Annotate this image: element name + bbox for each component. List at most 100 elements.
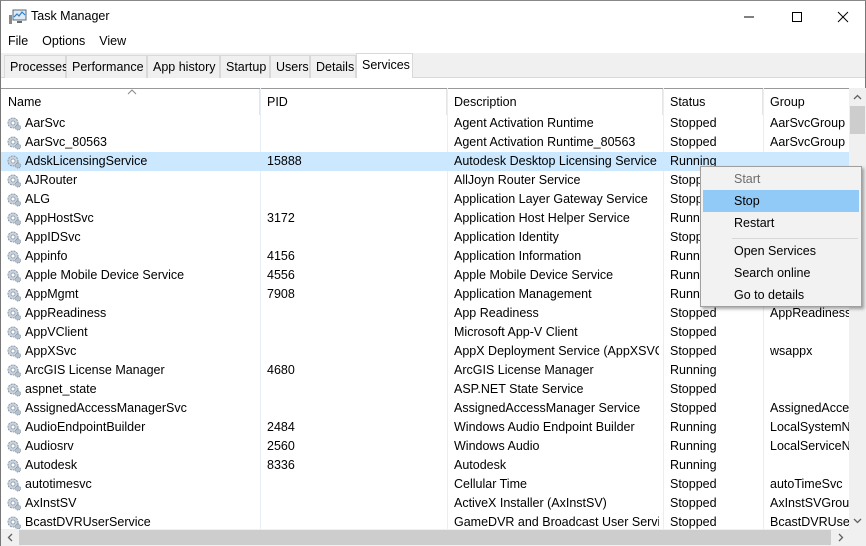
service-pid: 4156 — [267, 249, 295, 263]
service-name: AdskLicensingService — [25, 154, 148, 168]
service-gear-icon — [7, 136, 21, 150]
service-gear-icon — [7, 307, 21, 321]
tab-startup[interactable]: Startup — [220, 55, 270, 78]
minimize-button[interactable] — [726, 1, 772, 32]
service-group: AxInstSVGroup — [770, 496, 849, 510]
service-gear-icon — [7, 269, 21, 283]
service-pid: 2484 — [267, 420, 295, 434]
column-header-description[interactable]: Description — [447, 89, 663, 115]
service-gear-icon — [7, 174, 21, 188]
service-name: aspnet_state — [25, 382, 97, 396]
column-header-pid[interactable]: PID — [260, 89, 447, 115]
service-status: Stopped — [670, 382, 717, 396]
service-description: Microsoft App-V Client — [454, 325, 578, 339]
service-gear-icon — [7, 402, 21, 416]
chevron-down-icon — [853, 518, 862, 523]
context-menu-start[interactable]: Start — [703, 168, 859, 190]
service-description: Autodesk Desktop Licensing Service — [454, 154, 657, 168]
service-gear-icon — [7, 516, 21, 529]
service-name: BcastDVRUserService — [25, 515, 151, 529]
tab-users[interactable]: Users — [270, 55, 310, 78]
service-description: ActiveX Installer (AxInstSV) — [454, 496, 607, 510]
close-button[interactable] — [820, 1, 866, 32]
service-group — [770, 323, 849, 342]
menu-bar: File Options View — [1, 32, 865, 52]
tab-processes[interactable]: Processes — [4, 55, 68, 78]
service-row[interactable]: autotimesvc Cellular Time Stopped autoTimeS… — [1, 475, 849, 494]
service-row[interactable]: AxInstSV ActiveX Installer (AxInstSV) Stop… — [1, 494, 849, 513]
service-row[interactable]: AudioEndpointBuilder 2484 Windows Audio En… — [1, 418, 849, 437]
service-pid — [267, 494, 437, 513]
service-row[interactable]: aspnet_state ASP.NET State Service Stopped — [1, 380, 849, 399]
maximize-button[interactable] — [774, 1, 820, 32]
service-row[interactable]: ArcGIS License Manager 4680 ArcGIS License… — [1, 361, 849, 380]
service-pid: 4680 — [267, 363, 295, 377]
service-status: Stopped — [670, 477, 717, 491]
menu-options[interactable]: Options — [35, 32, 92, 52]
service-name: AudioEndpointBuilder — [25, 420, 146, 434]
scroll-up-button[interactable] — [849, 88, 866, 105]
service-row[interactable]: AppXSvc AppX Deployment Service (AppXSVC)… — [1, 342, 849, 361]
service-name: AppMgmt — [25, 287, 79, 301]
service-row[interactable]: AppVClient Microsoft App-V Client Stopped — [1, 323, 849, 342]
service-row[interactable]: AarSvc Agent Activation Runtime Stopped Aar… — [1, 114, 849, 133]
service-description: Windows Audio Endpoint Builder — [454, 420, 635, 434]
tab-services[interactable]: Services — [356, 53, 413, 79]
service-name: Audiosrv — [25, 439, 74, 453]
context-menu-stop[interactable]: Stop — [703, 190, 859, 212]
tab-performance[interactable]: Performance — [66, 55, 147, 78]
service-description: ASP.NET State Service — [454, 382, 584, 396]
service-name: ArcGIS License Manager — [25, 363, 165, 377]
tab-details[interactable]: Details — [310, 55, 356, 78]
service-pid — [267, 171, 437, 190]
service-pid — [267, 475, 437, 494]
context-menu-search-online[interactable]: Search online — [703, 262, 859, 284]
service-group: autoTimeSvc — [770, 477, 843, 491]
service-description: AppX Deployment Service (AppXSVC) — [454, 344, 659, 358]
service-gear-icon — [7, 231, 21, 245]
service-group: LocalSystemN.. — [770, 420, 849, 434]
service-row[interactable]: BcastDVRUserService GameDVR and Broadcast… — [1, 513, 849, 529]
service-row[interactable]: Audiosrv 2560 Windows Audio Running LocalSer… — [1, 437, 849, 456]
chevron-right-icon — [838, 533, 843, 542]
scroll-left-button[interactable] — [1, 529, 18, 546]
context-menu-go-to-details[interactable]: Go to details — [703, 284, 859, 306]
service-group: AssignedAcce.. — [770, 401, 849, 415]
service-description: AssignedAccessManager Service — [454, 401, 641, 415]
scroll-down-button[interactable] — [849, 512, 866, 529]
task-manager-window: Task Manager File Options View Processes… — [0, 0, 866, 546]
tab-app-history[interactable]: App history — [147, 55, 220, 78]
task-manager-icon — [9, 9, 27, 24]
service-name: AxInstSV — [25, 496, 77, 510]
service-pid: 15888 — [267, 154, 302, 168]
service-description: ArcGIS License Manager — [454, 363, 594, 377]
menu-file[interactable]: File — [1, 32, 35, 52]
service-description: Autodesk — [454, 458, 507, 472]
service-gear-icon — [7, 459, 21, 473]
vertical-scrollbar[interactable] — [849, 88, 866, 529]
context-menu-open-services[interactable]: Open Services — [703, 240, 859, 262]
service-gear-icon — [7, 250, 21, 264]
service-name: AppIDSvc — [25, 230, 81, 244]
service-row[interactable]: AssignedAccessManagerSvc AssignedAccessMa… — [1, 399, 849, 418]
column-header-group[interactable]: Group — [763, 89, 849, 115]
spacer — [1, 78, 865, 88]
service-row[interactable]: AarSvc_80563 Agent Activation Runtime_805… — [1, 133, 849, 152]
horizontal-scroll-thumb[interactable] — [19, 530, 831, 545]
service-pid: 2560 — [267, 439, 295, 453]
column-header-status[interactable]: Status — [663, 89, 763, 115]
service-group — [770, 456, 849, 475]
service-status: Stopped — [670, 325, 717, 339]
service-group: wsappx — [770, 344, 813, 358]
title-bar[interactable]: Task Manager — [1, 1, 865, 32]
context-menu-restart[interactable]: Restart — [703, 212, 859, 234]
service-row[interactable]: Autodesk 8336 Autodesk Running — [1, 456, 849, 475]
service-name: AppReadiness — [25, 306, 107, 320]
service-gear-icon — [7, 155, 21, 169]
chevron-up-icon — [853, 94, 862, 99]
minimize-icon — [744, 16, 754, 17]
vertical-scroll-thumb[interactable] — [850, 106, 865, 134]
service-pid — [267, 133, 437, 152]
scroll-right-button[interactable] — [832, 529, 849, 546]
menu-view[interactable]: View — [92, 32, 133, 52]
